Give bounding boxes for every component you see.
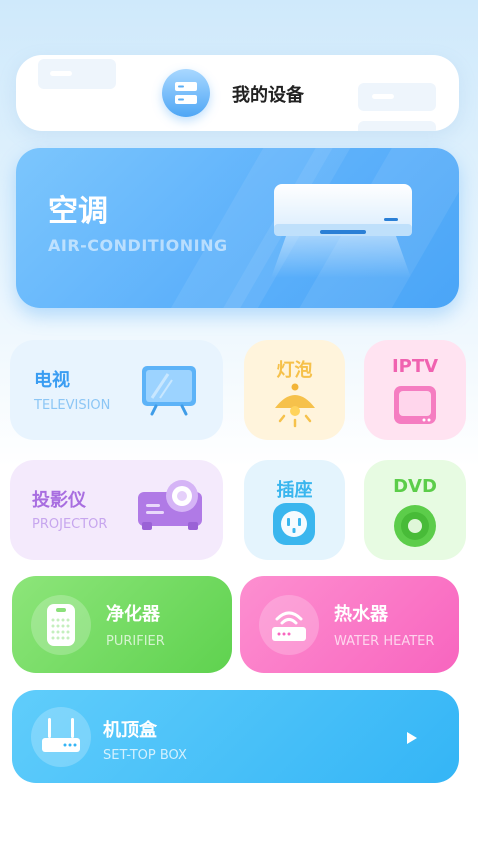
projector-icon <box>138 480 202 530</box>
set-top-box-tile[interactable]: 机顶盒 SET-TOP BOX <box>12 690 459 783</box>
set-top-box-subtitle: SET-TOP BOX <box>103 748 187 763</box>
projector-title: 投影仪 <box>32 490 86 511</box>
purifier-title: 净化器 <box>106 604 160 625</box>
bulb-title: 灯泡 <box>276 360 313 381</box>
my-devices-header[interactable]: 我的设备 <box>16 55 459 131</box>
air-conditioning-card[interactable]: 空调 AIR-CONDITIONING <box>16 148 459 308</box>
iptv-title: IPTV <box>391 356 439 377</box>
decorative-block <box>358 83 436 111</box>
projector-tile[interactable]: 投影仪 PROJECTOR <box>10 460 223 560</box>
decorative-block <box>358 121 436 131</box>
socket-tile[interactable]: 插座 <box>244 460 345 560</box>
tv-icon <box>142 366 196 416</box>
socket-title: 插座 <box>276 480 313 501</box>
iptv-box-icon <box>394 386 436 424</box>
water-heater-subtitle: WATER HEATER <box>334 634 435 649</box>
air-conditioner-icon <box>271 184 412 278</box>
socket-icon <box>273 503 315 545</box>
television-tile[interactable]: 电视 TELEVISION <box>10 340 223 440</box>
dvd-tile[interactable]: DVD <box>364 460 466 560</box>
iptv-tile[interactable]: IPTV <box>364 340 466 440</box>
play-icon[interactable] <box>407 732 417 744</box>
purifier-icon <box>31 595 91 655</box>
set-top-box-title: 机顶盒 <box>103 720 157 741</box>
water-heater-title: 热水器 <box>334 604 388 625</box>
dvd-title: DVD <box>393 476 437 497</box>
water-heater-tile[interactable]: 热水器 WATER HEATER <box>240 576 459 673</box>
television-subtitle: TELEVISION <box>34 398 111 413</box>
air-conditioning-title: 空调 <box>48 194 108 229</box>
disc-icon <box>394 505 436 547</box>
server-icon <box>162 69 210 117</box>
bulb-icon <box>275 383 315 428</box>
decorative-block <box>38 59 116 89</box>
air-conditioning-subtitle: AIR-CONDITIONING <box>48 236 228 255</box>
purifier-tile[interactable]: 净化器 PURIFIER <box>12 576 232 673</box>
page-title: 我的设备 <box>232 85 304 106</box>
projector-subtitle: PROJECTOR <box>32 517 108 532</box>
bulb-tile[interactable]: 灯泡 <box>244 340 345 440</box>
router-icon <box>259 595 319 655</box>
purifier-subtitle: PURIFIER <box>106 634 165 649</box>
router-box-icon <box>31 707 91 767</box>
television-title: 电视 <box>34 370 70 391</box>
